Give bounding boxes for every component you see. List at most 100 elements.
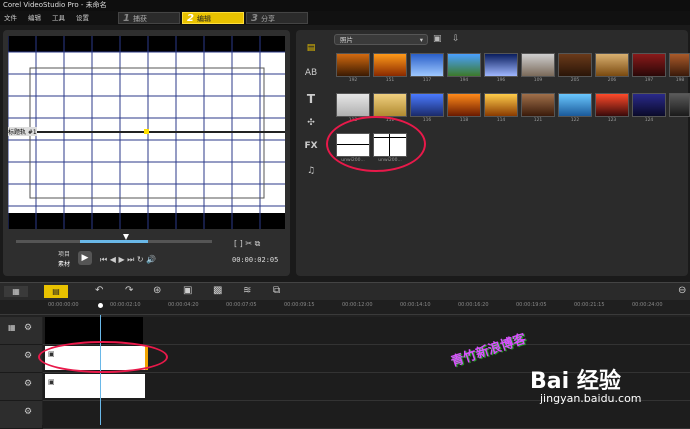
- ruler-tick: 00:00:21:15: [574, 302, 605, 308]
- thumbnail-label: 116: [422, 118, 432, 123]
- ruler-tick: 00:00:09:15: [284, 302, 315, 308]
- menu-bar: 文件 编辑 工具 设置: [0, 11, 690, 25]
- step-number: 2: [187, 13, 194, 24]
- video-clip[interactable]: [45, 317, 143, 344]
- watermark-url: jingyan.baidu.com: [540, 392, 642, 405]
- video-track-header[interactable]: ▦ ⚙: [0, 317, 42, 345]
- step-number: 3: [251, 13, 258, 24]
- title-track-label: 标题轨 #1: [8, 127, 37, 136]
- ruler-tick: 00:00:14:10: [400, 302, 431, 308]
- timecode[interactable]: 00:00:02:05: [232, 256, 278, 264]
- step-capture[interactable]: 1 捕获: [118, 12, 180, 24]
- mix-icon[interactable]: ▣: [183, 285, 192, 296]
- thumbnail-label: 114: [496, 118, 506, 123]
- thumbnail[interactable]: [595, 93, 629, 117]
- ruler-tick: 00:00:19:05: [516, 302, 547, 308]
- clip-icon: ▣: [48, 378, 55, 386]
- thumbnail[interactable]: [373, 53, 407, 77]
- media-icon[interactable]: ▤: [303, 41, 319, 55]
- highlight-ellipse: [326, 116, 426, 172]
- menu-file[interactable]: 文件: [4, 11, 17, 25]
- thumbnail-label: 198: [675, 78, 685, 83]
- playback-controls: 项目 素材 ▶ ⏮ ◀ ▶ ⏭ ↻ 🔊 [ ] ✂ ⧉ 00:00:02:05: [10, 234, 286, 272]
- thumbnail-label: 121: [533, 118, 543, 123]
- step-label: 分享: [260, 15, 275, 23]
- thumbnail-label: 206: [607, 78, 617, 83]
- record-icon[interactable]: ⊛: [153, 285, 161, 296]
- thumbnail[interactable]: [558, 93, 592, 117]
- thumbnail[interactable]: [484, 53, 518, 77]
- transition-icon[interactable]: AB: [303, 66, 319, 80]
- thumbnail[interactable]: [632, 93, 666, 117]
- play-button[interactable]: ▶: [78, 251, 92, 265]
- batch-icon[interactable]: ⧉: [273, 285, 280, 296]
- mode-project-label[interactable]: 项目: [58, 249, 70, 258]
- storyboard-view-button[interactable]: ▦: [4, 286, 28, 297]
- thumbnail[interactable]: [373, 93, 407, 117]
- thumbnail[interactable]: [595, 53, 629, 77]
- import-icon[interactable]: ⇩: [452, 34, 460, 44]
- thumbnail-label: 109: [533, 78, 543, 83]
- media-dropdown[interactable]: 照片 ▾: [334, 34, 428, 45]
- thumbnail[interactable]: [447, 53, 481, 77]
- title-track-icon: ⚙: [24, 379, 33, 389]
- timeline-ruler[interactable]: 00:00:00:00 00:00:02:10 00:00:04:20 00:0…: [0, 300, 690, 315]
- redo-icon[interactable]: ↷: [125, 285, 133, 296]
- timeline-view-button[interactable]: ▤: [44, 285, 68, 298]
- ruler-tick: 00:00:24:00: [632, 302, 663, 308]
- thumbnail-label: 151: [385, 78, 395, 83]
- thumbnail[interactable]: [558, 53, 592, 77]
- graphic-icon[interactable]: ✣: [303, 116, 319, 130]
- overlay-track-header[interactable]: ⚙: [0, 345, 42, 373]
- thumbnail[interactable]: [632, 53, 666, 77]
- ruler-tick: 00:00:00:00: [48, 302, 79, 308]
- step-label: 捕获: [132, 15, 147, 23]
- title-icon[interactable]: T: [303, 92, 319, 106]
- video-track-icon: ⚙: [24, 323, 33, 333]
- voice-track-icon: ⚙: [24, 407, 33, 417]
- chapter-icon[interactable]: ▩: [213, 285, 222, 296]
- thumbnail[interactable]: [336, 93, 370, 117]
- undo-icon[interactable]: ↶: [95, 285, 103, 296]
- video-track[interactable]: [43, 317, 690, 345]
- audio-icon[interactable]: ♫: [303, 164, 319, 178]
- zoom-icon[interactable]: ⊖: [678, 285, 686, 296]
- thumbnail[interactable]: [521, 93, 555, 117]
- thumbnail[interactable]: [410, 93, 444, 117]
- preview-screen[interactable]: 标题轨 #1: [8, 36, 285, 229]
- ruler-tick: 00:00:16:20: [458, 302, 489, 308]
- thumbnail[interactable]: [669, 93, 690, 117]
- ruler-tick: 00:00:07:05: [226, 302, 257, 308]
- step-number: 1: [123, 13, 130, 24]
- thumbnail[interactable]: [484, 93, 518, 117]
- audio-wave-icon[interactable]: ≋: [243, 285, 251, 296]
- fx-icon[interactable]: FX: [303, 139, 319, 153]
- thumbnail-label: 192: [348, 78, 358, 83]
- thumbnail-label: 123: [607, 118, 617, 123]
- mode-clip-label[interactable]: 素材: [58, 259, 70, 268]
- thumbnail[interactable]: [336, 53, 370, 77]
- timeline-playhead-handle[interactable]: [98, 303, 103, 308]
- trim-markers-icon[interactable]: [ ] ✂ ⧉: [234, 239, 260, 249]
- thumbnail[interactable]: [669, 53, 690, 77]
- thumbnail-label: 197: [644, 78, 654, 83]
- thumbnail[interactable]: [410, 53, 444, 77]
- menu-edit[interactable]: 编辑: [28, 11, 41, 25]
- overlay-track-icon: ⚙: [24, 351, 33, 361]
- title-clip[interactable]: ▣: [45, 374, 145, 398]
- thumbnail-label: 196: [496, 78, 506, 83]
- timeline-toolbar: ▦ ▤ ↶ ↷ ⊛ ▣ ▩ ≋ ⧉ ⊖: [0, 282, 690, 301]
- step-share[interactable]: 3 分享: [246, 12, 308, 24]
- folder-icon[interactable]: ▣: [433, 34, 442, 44]
- thumbnail[interactable]: [521, 53, 555, 77]
- step-edit[interactable]: 2 编辑: [182, 12, 244, 24]
- title-track-header[interactable]: ⚙: [0, 373, 42, 401]
- baidu-logo: Bai 经验: [530, 369, 621, 394]
- menu-settings[interactable]: 设置: [76, 11, 89, 25]
- menu-tools[interactable]: 工具: [52, 11, 65, 25]
- thumbnail[interactable]: [447, 93, 481, 117]
- ruler-tick: 00:00:04:20: [168, 302, 199, 308]
- ruler-tick: 00:00:02:10: [110, 302, 141, 308]
- transport-icons[interactable]: ⏮ ◀ ▶ ⏭ ↻ 🔊: [100, 255, 156, 265]
- thumbnail-label: 117: [422, 78, 432, 83]
